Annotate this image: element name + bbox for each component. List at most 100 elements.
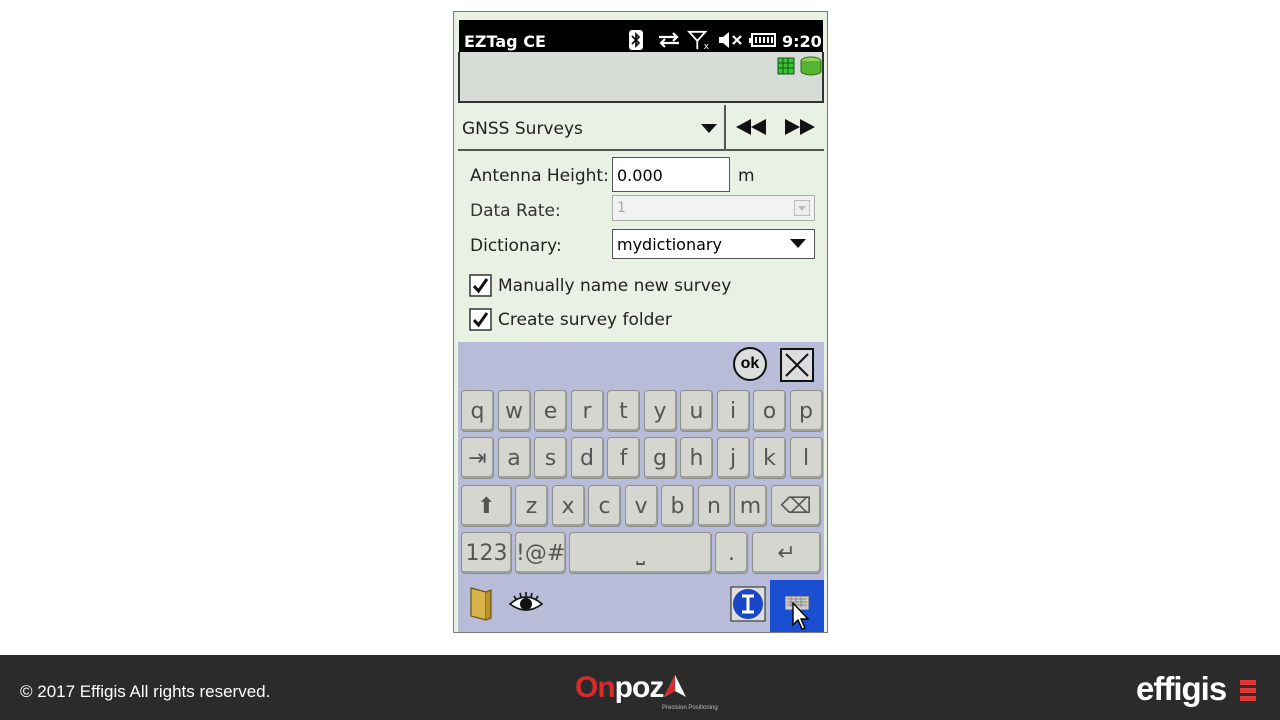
data-rate-select: 1 — [612, 195, 815, 221]
key-g[interactable]: g — [643, 437, 677, 479]
key-t-label: t — [619, 399, 628, 424]
key-a-label: a — [507, 446, 521, 471]
key-x[interactable]: x — [551, 485, 585, 527]
shift-key-label: ⬆ — [477, 494, 496, 519]
key-n-label: n — [707, 494, 721, 519]
ok-button[interactable]: ok — [733, 347, 767, 381]
eye-icon[interactable] — [508, 590, 544, 616]
key-s[interactable]: s — [534, 437, 567, 479]
video-footer: © 2017 Effigis All rights reserved. Onpo… — [0, 655, 1280, 720]
info-icon[interactable] — [730, 586, 766, 622]
key-y-label: y — [653, 399, 667, 424]
key-n[interactable]: n — [697, 485, 731, 527]
key-e-label: e — [543, 399, 558, 424]
antenna-height-input[interactable]: 0.000 — [612, 157, 730, 192]
numbers-key[interactable]: 123 — [461, 532, 512, 574]
grid-icon[interactable] — [777, 57, 795, 75]
key-r[interactable]: r — [570, 390, 604, 432]
dictionary-select[interactable]: mydictionary — [612, 229, 815, 259]
manual-name-checkbox[interactable] — [469, 274, 492, 297]
bluetooth-icon — [629, 30, 643, 50]
key-c[interactable]: c — [588, 485, 621, 527]
on-screen-keyboard: ok q w e r t y u i o p ⇥ a s d f g h j k l ⬆ z x c v b n m ⌫ 123 !@# ⎵.… — [458, 342, 824, 580]
device-screen: EZTag CE x 9:20 GNSS Surveys Antenna Hei… — [453, 11, 828, 633]
key-o[interactable]: o — [753, 390, 786, 432]
key-z-label: z — [525, 494, 538, 519]
data-rate-value: 1 — [617, 200, 626, 216]
battery-icon — [749, 33, 776, 47]
key-j[interactable]: j — [716, 437, 750, 479]
enter-key[interactable]: ↵ — [752, 532, 821, 574]
space-key-label: ⎵ — [636, 541, 645, 566]
key-p[interactable]: p — [789, 390, 823, 432]
database-icon[interactable] — [799, 56, 823, 76]
key-i[interactable]: i — [716, 390, 750, 432]
onpoz-tagline: Precision Positioning — [662, 705, 718, 711]
mouse-cursor-icon — [792, 602, 810, 630]
key-s-label: s — [544, 446, 557, 471]
shift-key[interactable]: ⬆ — [461, 485, 512, 527]
chevron-down-icon[interactable] — [790, 239, 806, 249]
onpoz-logo: Onpoz — [575, 671, 687, 705]
survey-selector-row: GNSS Surveys — [458, 105, 824, 151]
no-signal-icon: x — [687, 30, 710, 50]
key-k-label: k — [763, 446, 776, 471]
backspace-key[interactable]: ⌫ — [771, 485, 821, 527]
key-u-label: u — [689, 399, 704, 424]
app-title: EZTag CE — [464, 32, 546, 51]
key-v[interactable]: v — [624, 485, 658, 527]
key-p-label: p — [799, 399, 813, 424]
manual-name-label[interactable]: Manually name new survey — [498, 276, 731, 296]
key-e[interactable]: e — [534, 390, 567, 432]
symbols-key[interactable]: !@# — [515, 532, 566, 574]
antenna-height-label: Antenna Height: — [470, 166, 609, 186]
key-q[interactable]: q — [461, 390, 494, 432]
key-z[interactable]: z — [515, 485, 548, 527]
space-key[interactable]: ⎵ — [569, 532, 712, 574]
data-rate-dropdown-icon — [794, 200, 810, 216]
key-w[interactable]: w — [497, 390, 531, 432]
create-folder-checkbox[interactable] — [469, 308, 492, 331]
chevron-down-icon[interactable] — [701, 124, 717, 134]
dictionary-label: Dictionary: — [470, 236, 562, 256]
sync-icon — [659, 32, 679, 48]
key-f-label: f — [619, 446, 628, 471]
key-c-label: c — [598, 494, 611, 519]
copyright-text: © 2017 Effigis All rights reserved. — [20, 682, 271, 701]
key-g-label: g — [653, 446, 667, 471]
key-t[interactable]: t — [607, 390, 640, 432]
create-folder-label[interactable]: Create survey folder — [498, 310, 672, 330]
key-a[interactable]: a — [497, 437, 531, 479]
backspace-key-label: ⌫ — [780, 494, 812, 519]
key-y[interactable]: y — [643, 390, 677, 432]
key-b[interactable]: b — [661, 485, 694, 527]
key-h[interactable]: h — [680, 437, 713, 479]
numbers-key-label: 123 — [465, 541, 508, 566]
toolbar-area — [458, 52, 824, 103]
close-keyboard-button[interactable] — [780, 348, 814, 382]
period-key[interactable]: . — [715, 532, 748, 574]
key-r-label: r — [582, 399, 592, 424]
key-u[interactable]: u — [680, 390, 713, 432]
bottom-toolbar — [458, 580, 824, 632]
next-button[interactable] — [785, 119, 817, 135]
symbols-key-label: !@# — [516, 541, 566, 566]
previous-button[interactable] — [735, 119, 767, 135]
key-l[interactable]: l — [789, 437, 823, 479]
key-w-label: w — [505, 399, 523, 424]
key-v-label: v — [634, 494, 648, 519]
key-k[interactable]: k — [753, 437, 786, 479]
data-rate-label: Data Rate: — [470, 201, 561, 221]
key-l-label: l — [802, 446, 810, 471]
tab-key[interactable]: ⇥ — [461, 437, 494, 479]
key-j-label: j — [729, 446, 737, 471]
tab-key-label: ⇥ — [468, 446, 487, 471]
key-o-label: o — [762, 399, 777, 424]
effigis-bars-icon — [1240, 680, 1256, 701]
key-m[interactable]: m — [734, 485, 767, 527]
survey-dropdown-value[interactable]: GNSS Surveys — [462, 119, 583, 139]
key-d[interactable]: d — [570, 437, 604, 479]
folder-icon[interactable] — [468, 586, 494, 622]
key-q-label: q — [470, 399, 485, 424]
key-f[interactable]: f — [607, 437, 640, 479]
